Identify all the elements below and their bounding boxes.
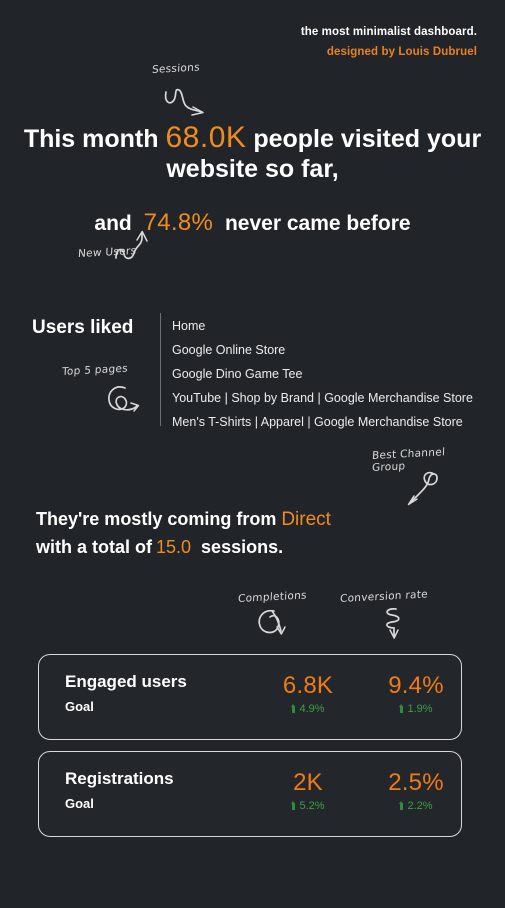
circle-arrow-down-icon xyxy=(258,609,286,635)
metric-card-engaged-users[interactable]: Engaged users Goal 6.8K 4.9% 9.4% 1.9% xyxy=(38,654,462,740)
annotation-top-pages: Top 5 pages xyxy=(61,362,140,412)
metric-delta: 1.9% xyxy=(361,703,471,715)
metric-delta: 4.9% xyxy=(253,703,363,715)
list-item[interactable]: Home xyxy=(172,314,492,338)
users-liked-title: Users liked xyxy=(32,317,134,338)
annotation-sessions: Sessions xyxy=(152,61,222,121)
metric-value: 9.4% xyxy=(388,672,444,699)
sessions-value: 68.0K xyxy=(165,121,247,154)
headline-prefix: This month xyxy=(23,125,159,153)
metric-delta-value: 5.2% xyxy=(299,799,325,812)
top-pages-list: Home Google Online Store Google Dino Gam… xyxy=(172,314,492,434)
metric-delta-value: 2.2% xyxy=(407,799,433,812)
channel-line2-suffix: sessions. xyxy=(201,537,284,558)
card-title: Engaged users xyxy=(65,672,187,691)
header: the most minimalist dashboard. designed … xyxy=(301,24,477,62)
annotation-completions-label: Completions xyxy=(237,589,308,606)
zigzag-arrow-down-icon xyxy=(386,608,400,639)
annotation-sessions-label: Sessions xyxy=(151,61,201,77)
metric-delta: 2.2% xyxy=(361,800,471,812)
annotation-best-channel-group: Best Channel Group xyxy=(372,446,446,506)
headline-new-users: and 74.8% never came before xyxy=(0,209,505,237)
channel-summary: They're mostly coming from Direct with a … xyxy=(36,506,331,561)
annotation-top-pages-label: Top 5 pages xyxy=(61,362,129,379)
channel-line-1: They're mostly coming from Direct xyxy=(36,506,331,534)
metric-delta-value: 4.9% xyxy=(299,702,325,715)
annotation-conversion-rate: Conversion rate xyxy=(340,588,428,639)
metric-value: 2.5% xyxy=(388,769,444,796)
channel-line1-prefix: They're mostly coming from xyxy=(36,509,277,529)
metric-value: 2K xyxy=(293,769,323,796)
curly-arrow-down-left-icon xyxy=(407,471,438,506)
arrow-up-icon xyxy=(399,800,404,810)
dashboard-page: the most minimalist dashboard. designed … xyxy=(0,0,505,908)
arrow-up-icon xyxy=(291,800,296,810)
metric-value: 6.8K xyxy=(282,672,334,699)
annotation-conversion-rate-label: Conversion rate xyxy=(339,588,429,606)
dashboard-title: the most minimalist dashboard. xyxy=(300,26,477,38)
metric-conversion-rate: 9.4% 1.9% xyxy=(361,673,471,715)
metric-delta-value: 1.9% xyxy=(407,702,433,715)
metric-card-registrations[interactable]: Registrations Goal 2K 5.2% 2.5% 2.2% xyxy=(38,751,462,837)
card-subtitle: Goal xyxy=(65,699,94,714)
channel-sessions-total: 15.0 xyxy=(156,537,192,558)
metric-delta: 5.2% xyxy=(253,800,363,812)
channel-line2-prefix: with a total of xyxy=(36,537,152,558)
list-item[interactable]: Google Dino Game Tee xyxy=(172,362,492,386)
headline2-suffix: never came before xyxy=(224,212,411,235)
squiggle-arrow-down-icon xyxy=(164,88,204,116)
metric-completions: 6.8K 4.9% xyxy=(253,673,363,715)
designer-credit: designed by Louis Dubruel xyxy=(326,46,477,59)
card-title: Registrations xyxy=(65,769,174,788)
metric-completions: 2K 5.2% xyxy=(253,770,363,812)
channel-name: Direct xyxy=(281,509,331,530)
loop-arrow-right-icon xyxy=(108,386,140,412)
arrow-up-icon xyxy=(291,703,296,713)
card-subtitle: Goal xyxy=(65,796,94,811)
list-item[interactable]: YouTube | Shop by Brand | Google Merchan… xyxy=(172,386,492,410)
metric-conversion-rate: 2.5% 2.2% xyxy=(361,770,471,812)
annotation-new-users: New Users xyxy=(78,230,148,260)
list-item[interactable]: Men's T-Shirts | Apparel | Google Mercha… xyxy=(172,410,492,434)
arrow-up-icon xyxy=(399,703,404,713)
headline-sessions: This month 68.0K people visited your web… xyxy=(0,120,505,184)
list-item[interactable]: Google Online Store xyxy=(172,338,492,362)
annotation-completions: Completions xyxy=(238,589,307,635)
channel-line-2: with a total of 15.0 sessions. xyxy=(36,534,331,561)
wavy-arrow-up-icon xyxy=(115,230,148,260)
